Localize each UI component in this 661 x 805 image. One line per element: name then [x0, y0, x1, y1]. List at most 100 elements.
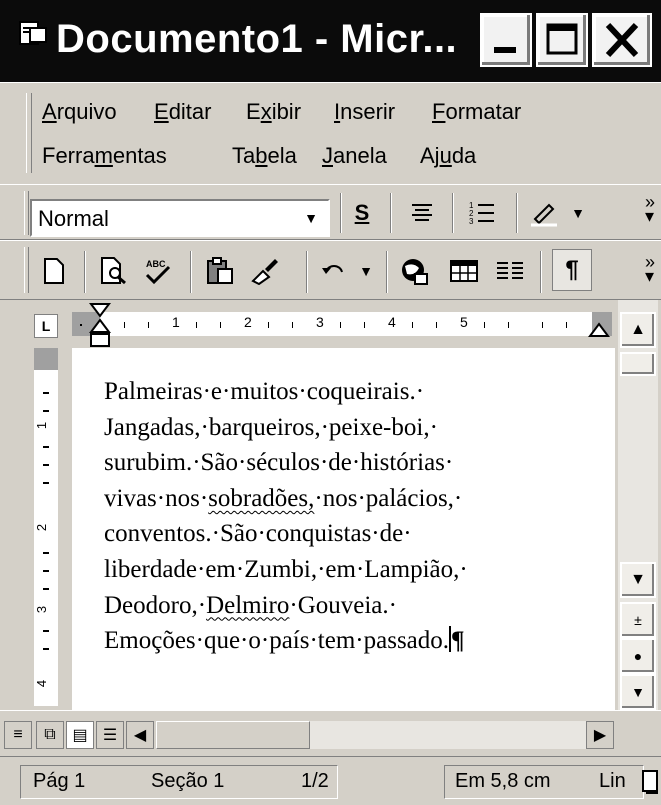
- close-icon: [605, 22, 639, 58]
- indent-marker-icon[interactable]: [88, 302, 112, 348]
- ruler-number: 4: [388, 314, 396, 330]
- undo-dropdown-arrow-icon[interactable]: ▼: [356, 253, 376, 289]
- document-page[interactable]: Palmeiras·e·muitos·coqueirais.· Jangadas…: [72, 348, 615, 710]
- normal-view-icon: ≡: [13, 726, 23, 743]
- double-up-arrow-icon: ±: [634, 612, 642, 628]
- menu-ferramentas[interactable]: Ferramentas: [42, 141, 167, 171]
- web-button[interactable]: [396, 253, 432, 289]
- horizontal-ruler[interactable]: 1 2 3 4 5: [72, 312, 612, 336]
- print-preview-button[interactable]: [96, 253, 132, 289]
- undo-button[interactable]: [316, 253, 352, 289]
- scroll-thumb[interactable]: [620, 352, 656, 376]
- new-document-button[interactable]: [36, 253, 72, 289]
- insert-table-button[interactable]: [446, 253, 482, 289]
- toolbar-separator: [516, 193, 518, 233]
- web-layout-view-button[interactable]: ⧉: [36, 721, 64, 749]
- menu-janela[interactable]: Janela: [322, 141, 387, 171]
- strikethrough-s-icon: S: [354, 200, 370, 225]
- new-document-icon: [44, 258, 64, 284]
- document-app-icon[interactable]: [18, 20, 48, 48]
- spelling-status-book-icon[interactable]: [642, 769, 660, 795]
- menu-tabela[interactable]: Tabela: [232, 141, 297, 171]
- status-pages: 1/2: [301, 770, 329, 792]
- toolbar-grip[interactable]: [24, 247, 29, 293]
- menu-ajuda[interactable]: Ajuda: [420, 141, 476, 171]
- text-line: Deodoro,·Delmiro·Gouveia.·: [104, 591, 397, 619]
- align-button[interactable]: [404, 195, 440, 231]
- text-line: vivas·nos·sobradões,·nos·palácios,·: [104, 484, 463, 512]
- horizontal-scroll-thumb[interactable]: [156, 721, 310, 749]
- paste-icon: [207, 257, 233, 284]
- outline-view-icon: ☰: [102, 727, 118, 744]
- toolbar-options-chevron-icon[interactable]: » ▾: [645, 193, 655, 225]
- text-line: liberdade·em·Zumbi,·em·Lampião,·: [104, 555, 468, 583]
- title-bar: Documento1 - Micr...: [0, 0, 661, 82]
- columns-button[interactable]: [492, 253, 528, 289]
- spelling-button[interactable]: ABC: [140, 253, 176, 289]
- vertical-scrollbar[interactable]: ▲ ▼ ± ● ▼: [618, 300, 658, 710]
- next-page-button[interactable]: ▼: [620, 674, 656, 710]
- horizontal-scrollbar-area: ≡ ⧉ ▤ ☰ ◀ ▶: [0, 710, 661, 755]
- minimize-button[interactable]: [480, 13, 532, 67]
- right-indent-marker-icon[interactable]: [588, 322, 610, 340]
- window-title: Documento1 - Micr...: [56, 17, 458, 61]
- normal-view-button[interactable]: ≡: [4, 721, 32, 749]
- ruler-number: 1: [172, 314, 180, 330]
- maximize-button[interactable]: [536, 13, 588, 67]
- outline-view-button[interactable]: ☰: [96, 721, 124, 749]
- menu-grip[interactable]: [26, 93, 32, 173]
- menu-inserir[interactable]: Inserir: [334, 97, 395, 127]
- ruler-number: 3: [34, 605, 50, 614]
- ruler-margin-top: [34, 348, 58, 370]
- print-view-icon: ▤: [72, 727, 88, 744]
- spelling-error-word[interactable]: sobradões,: [208, 485, 314, 512]
- scroll-down-button[interactable]: ▼: [620, 562, 656, 598]
- formatting-toolbar: Normal ▼ S 123 ▼ » ▾: [0, 184, 661, 240]
- arrow-left-icon: ◀: [133, 727, 147, 744]
- menu-exibir[interactable]: Exibir: [246, 97, 301, 127]
- web-view-icon: ⧉: [44, 726, 56, 743]
- highlight-button[interactable]: [526, 195, 562, 231]
- arrow-down-icon: ▼: [630, 571, 646, 588]
- print-layout-view-button[interactable]: ▤: [66, 721, 94, 749]
- insert-table-icon: [450, 260, 478, 282]
- spelling-error-word[interactable]: Delmiro: [206, 592, 289, 619]
- toolbar-options-chevron-icon[interactable]: » ▾: [645, 253, 655, 285]
- ruler-number: 5: [460, 314, 468, 330]
- format-painter-button[interactable]: [246, 253, 282, 289]
- toolbar-separator: [84, 251, 86, 293]
- paste-button[interactable]: [202, 253, 238, 289]
- highlight-dropdown-arrow-icon[interactable]: ▼: [566, 195, 590, 231]
- scroll-left-button[interactable]: ◀: [126, 721, 154, 749]
- numbered-list-button[interactable]: 123: [464, 195, 500, 231]
- ruler-number: 4: [34, 679, 50, 688]
- vertical-ruler[interactable]: 1 2 3 4: [34, 348, 58, 706]
- menu-editar[interactable]: Editar: [154, 97, 211, 127]
- dropdown-arrow-icon[interactable]: ▼: [298, 205, 324, 231]
- select-browse-object-button[interactable]: ●: [620, 638, 656, 674]
- toolbar-separator: [306, 251, 308, 293]
- numbered-list-icon: 123: [469, 201, 494, 226]
- document-text[interactable]: Palmeiras·e·muitos·coqueirais.· Jangadas…: [104, 374, 604, 659]
- strikethrough-button[interactable]: S: [344, 195, 380, 231]
- toolbar-separator: [390, 193, 392, 233]
- browse-circle-icon: ●: [633, 648, 643, 664]
- menu-formatar[interactable]: Formatar: [432, 97, 521, 127]
- horizontal-scroll-track[interactable]: [156, 721, 590, 749]
- spelling-icon: ABC: [145, 259, 171, 285]
- format-painter-icon: [251, 259, 278, 285]
- tab-selector[interactable]: L: [34, 314, 58, 338]
- previous-page-button[interactable]: ±: [620, 602, 656, 638]
- menu-arquivo[interactable]: Arquivo: [42, 97, 117, 127]
- text-line: Jangadas,·barqueiros,·peixe-boi,·: [104, 413, 438, 441]
- show-formatting-button[interactable]: ¶: [552, 249, 592, 291]
- scroll-right-button[interactable]: ▶: [586, 721, 614, 749]
- toolbar-grip[interactable]: [24, 191, 29, 235]
- arrow-right-icon: ▶: [593, 727, 607, 744]
- toolbar-separator: [190, 251, 192, 293]
- status-line: Lin: [599, 770, 626, 792]
- scroll-up-button[interactable]: ▲: [620, 312, 656, 348]
- style-dropdown[interactable]: Normal ▼: [30, 199, 330, 237]
- columns-icon: [497, 262, 523, 279]
- close-button[interactable]: [592, 13, 652, 67]
